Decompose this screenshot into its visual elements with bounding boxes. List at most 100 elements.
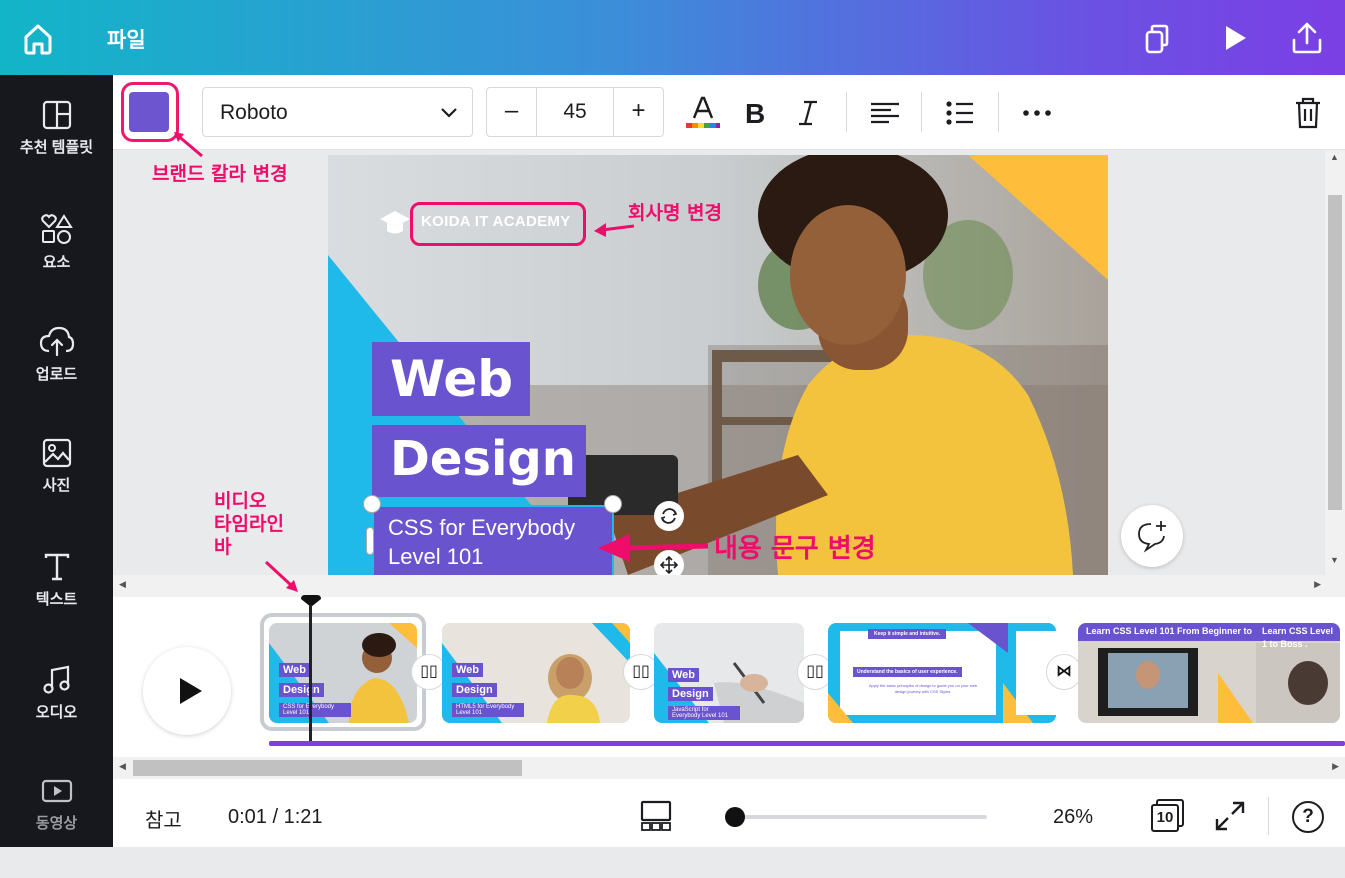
timeline-clip[interactable]: Learn CSS Level 101 From Beginner to Bos… (1078, 623, 1340, 723)
fullscreen-icon[interactable] (1213, 799, 1247, 833)
rotate-icon (660, 508, 678, 524)
slide-subtitle-line-2: Level 101 (388, 544, 484, 569)
sidebar-item-label: 업로드 (35, 366, 78, 383)
sidebar-item-label: 동영상 (35, 815, 78, 832)
sidebar-item-label: 텍스트 (35, 591, 78, 608)
font-size-increase-button[interactable]: + (613, 88, 663, 136)
annotation-company-name: 회사명 변경 (628, 202, 723, 224)
annotation-arrow-icon (598, 534, 709, 562)
annotation-timeline-bar-2: 타임라인 (214, 513, 284, 535)
share-upload-icon[interactable] (1287, 18, 1327, 58)
font-size-decrease-button[interactable]: – (487, 88, 537, 136)
timeline-clip[interactable]: Keep it simple and intuitive. Understand… (828, 623, 1056, 723)
rotate-handle[interactable] (654, 501, 684, 531)
zoom-slider-knob[interactable] (725, 807, 745, 827)
font-size-stepper: – 45 + (486, 87, 664, 137)
clip-label: Understand the basics of user experience… (853, 667, 962, 677)
clip-label: Apply the basic principles of design to … (868, 683, 978, 694)
zoom-level[interactable]: 26% (1053, 806, 1093, 829)
text-color-icon[interactable] (683, 93, 723, 133)
upload-cloud-icon (39, 326, 74, 357)
sidebar-item-video[interactable]: 동영상 (0, 778, 113, 878)
left-sidebar: 추천 템플릿 요소 업로드 사진 텍스트 오디오 동영상 (0, 75, 113, 847)
photo-icon (42, 438, 71, 468)
playhead-line (309, 605, 312, 743)
italic-icon[interactable] (788, 93, 828, 133)
timeline-scrollbar-thumb[interactable] (133, 760, 522, 776)
page-count: 10 (1151, 804, 1179, 832)
selection-handle[interactable] (363, 495, 381, 513)
copy-pages-icon[interactable] (1138, 18, 1178, 58)
annotation-brand-color: 브랜드 칼라 변경 (152, 163, 288, 185)
timeline-horizontal-scrollbar[interactable]: ◀ ▶ (113, 757, 1345, 779)
timeline-clip[interactable]: Web Design JavaScript for Everybody Leve… (654, 623, 804, 723)
font-size-value[interactable]: 45 (537, 100, 613, 124)
title-line-2-box[interactable]: Design (372, 425, 586, 497)
chevron-down-icon (441, 108, 457, 118)
font-family-select[interactable]: Roboto (202, 87, 473, 137)
annotation-arrow-icon (174, 132, 203, 158)
sidebar-item-templates[interactable]: 추천 템플릿 (0, 100, 113, 200)
vertical-scrollbar[interactable]: ▲ ▼ (1325, 150, 1345, 575)
clip-label: Web (668, 668, 700, 682)
sidebar-item-label: 오디오 (35, 704, 78, 721)
bold-icon[interactable]: B (735, 93, 775, 133)
page-count-button[interactable]: 10 (1151, 799, 1185, 833)
svg-text:B: B (745, 98, 765, 129)
annotation-timeline-bar-1: 비디오 (214, 490, 267, 512)
trash-icon[interactable] (1288, 93, 1328, 133)
annotation-arrow-icon (594, 223, 635, 237)
transition-button[interactable]: ⋈ (1046, 654, 1082, 690)
text-icon (44, 553, 69, 581)
elements-icon (40, 214, 73, 244)
grid-view-icon[interactable] (638, 799, 674, 833)
clip-label: HTML5 for Everybody Level 101 (452, 703, 524, 717)
sidebar-item-audio[interactable]: 오디오 (0, 665, 113, 765)
clip-label: Design (668, 687, 713, 701)
title-line-1-box[interactable]: Web (372, 342, 530, 416)
clip-label: Keep it simple and intuitive. (868, 629, 947, 639)
timeline-play-button[interactable] (143, 647, 231, 735)
list-icon[interactable] (940, 93, 980, 133)
timeline-clip[interactable]: Web Design CSS for Everybody Level 101 (269, 623, 417, 723)
sidebar-item-photos[interactable]: 사진 (0, 438, 113, 538)
zoom-slider[interactable] (725, 807, 987, 827)
align-left-icon[interactable] (865, 93, 905, 133)
clip-label: JavaScript for Everybody Level 101 (668, 706, 740, 720)
sidebar-item-uploads[interactable]: 업로드 (0, 325, 113, 425)
editor-toolbar: Roboto – 45 + B (113, 75, 1345, 150)
add-comment-button[interactable] (1121, 505, 1183, 567)
file-menu[interactable]: 파일 (107, 24, 146, 54)
vertical-scrollbar-thumb[interactable] (1328, 195, 1342, 510)
timeline-clip[interactable]: Web Design HTML5 for Everybody Level 101 (442, 623, 630, 723)
time-readout: 0:01 / 1:21 (228, 806, 323, 828)
video-timeline: Web Design CSS for Everybody Level 101 ▯… (113, 595, 1345, 757)
brand-name-highlight (410, 202, 586, 246)
clip-label: Web (279, 663, 311, 677)
music-icon (42, 665, 70, 694)
sidebar-item-label: 요소 (42, 254, 71, 271)
more-options-icon[interactable] (1017, 93, 1057, 133)
annotation-content-text: 내용 문구 변경 (714, 534, 876, 564)
help-button[interactable]: ? (1292, 801, 1324, 833)
editor-footer: 참고 0:01 / 1:21 26% 10 ? (113, 779, 1345, 847)
video-icon (41, 779, 72, 803)
top-bar: 파일 (0, 0, 1345, 75)
sidebar-item-elements[interactable]: 요소 (0, 213, 113, 313)
clip-label: Learn CSS Level 1 to Boss . (1262, 626, 1334, 649)
play-preview-icon[interactable] (1214, 18, 1254, 58)
annotation-timeline-bar-3: 바 (214, 536, 232, 558)
help-icon: ? (1302, 806, 1314, 827)
selection-handle[interactable] (366, 527, 374, 555)
sidebar-item-label: 추천 템플릿 (19, 139, 94, 156)
notes-button[interactable]: 참고 (145, 804, 182, 833)
play-icon (180, 678, 202, 704)
timeline-progress-bar[interactable] (269, 741, 1345, 746)
comment-plus-icon (1138, 521, 1166, 553)
text-color-swatch[interactable] (129, 92, 169, 132)
subtitle-text-box[interactable]: CSS for Everybody Level 101 (372, 505, 614, 575)
clip-label: CSS for Everybody Level 101 (279, 703, 351, 717)
selection-handle[interactable] (604, 495, 622, 513)
home-icon[interactable] (18, 18, 58, 58)
sidebar-item-text[interactable]: 텍스트 (0, 552, 113, 652)
